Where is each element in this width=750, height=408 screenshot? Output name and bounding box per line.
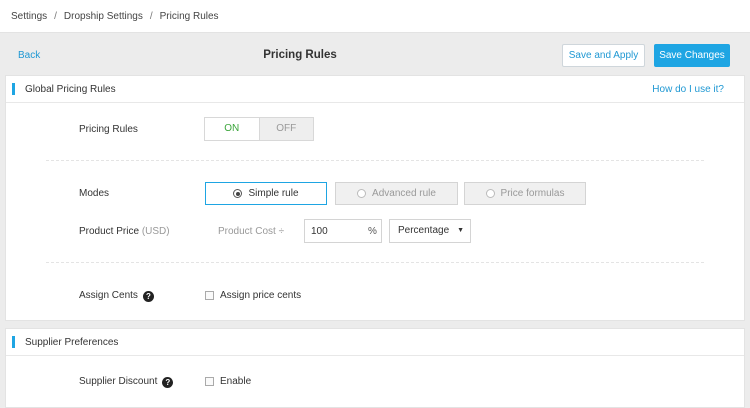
assign-cents-text: Assign Cents [79, 290, 138, 301]
select-value: Percentage [398, 225, 450, 236]
pricing-rules-toggle[interactable]: ON OFF [204, 117, 314, 141]
card-title: Global Pricing Rules [25, 84, 116, 95]
supplier-discount-label: Supplier Discount? [79, 376, 174, 388]
page-header: Back Pricing Rules Save and Apply Save C… [0, 33, 750, 75]
radio-icon [233, 189, 243, 198]
enable-discount-checkbox[interactable] [205, 377, 214, 386]
mode-label: Advanced rule [372, 188, 436, 199]
mode-advanced-rule[interactable]: Advanced rule [335, 182, 458, 205]
card-accent-bar [12, 83, 15, 95]
toggle-on-option[interactable]: ON [205, 118, 259, 140]
divider [46, 160, 704, 161]
breadcrumb: Settings / Dropship Settings / Pricing Rules [0, 0, 750, 33]
caret-down-icon: ▼ [457, 227, 464, 234]
supplier-preferences-card: Supplier Preferences Supplier Discount? … [5, 328, 745, 408]
radio-icon [485, 189, 495, 198]
currency-label: (USD) [141, 226, 170, 237]
toggle-off-option[interactable]: OFF [258, 118, 313, 140]
product-price-label: Product Price (USD) [79, 226, 170, 237]
mode-simple-rule[interactable]: Simple rule [205, 182, 327, 205]
mode-label: Simple rule [248, 188, 299, 199]
assign-cents-label: Assign Cents? [79, 290, 154, 302]
pricing-rules-label: Pricing Rules [79, 124, 138, 135]
card-header: Global Pricing Rules How do I use it? [6, 76, 744, 103]
breadcrumb-separator: / [54, 11, 57, 22]
breadcrumb-separator: / [149, 11, 153, 22]
product-price-text: Product Price [79, 226, 140, 237]
help-circle-icon[interactable]: ? [142, 291, 154, 302]
help-circle-icon[interactable]: ? [162, 377, 174, 388]
breadcrumb-pricing-rules: Pricing Rules [159, 11, 219, 22]
product-cost-label: Product Cost ÷ [218, 226, 285, 237]
save-and-apply-button[interactable]: Save and Apply [562, 44, 645, 67]
assign-cents-checkbox-label[interactable]: Assign price cents [220, 290, 301, 301]
how-to-use-link[interactable]: How do I use it? [652, 84, 724, 95]
assign-cents-checkbox[interactable] [205, 291, 214, 300]
enable-discount-label[interactable]: Enable [220, 376, 251, 387]
mode-price-formulas[interactable]: Price formulas [464, 182, 586, 205]
percent-symbol: % [368, 226, 377, 237]
calc-method-select[interactable]: Percentage ▼ [389, 219, 471, 243]
divider [46, 262, 704, 263]
card-title: Supplier Preferences [25, 337, 119, 348]
modes-label: Modes [79, 188, 110, 199]
breadcrumb-settings[interactable]: Settings [11, 11, 47, 22]
breadcrumb-dropship-settings[interactable]: Dropship Settings [64, 11, 143, 22]
card-header: Supplier Preferences [6, 329, 744, 356]
page-title: Pricing Rules [263, 49, 337, 61]
radio-icon [357, 189, 367, 198]
mode-label: Price formulas [500, 188, 565, 199]
save-changes-button[interactable]: Save Changes [654, 44, 730, 67]
card-accent-bar [12, 336, 15, 348]
supplier-discount-text: Supplier Discount [79, 376, 158, 387]
global-pricing-rules-card: Global Pricing Rules How do I use it? Pr… [5, 75, 745, 321]
